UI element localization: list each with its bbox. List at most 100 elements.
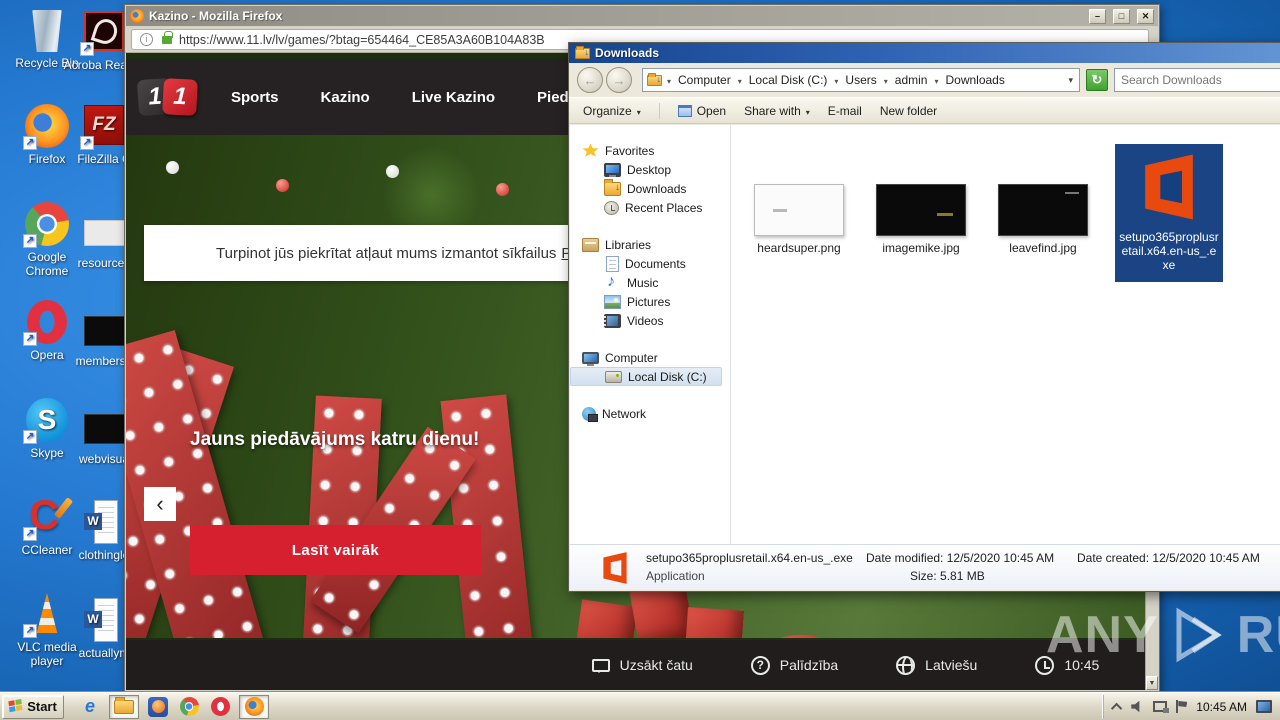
sidebar-item-videos[interactable]: Videos bbox=[570, 311, 730, 330]
forward-button[interactable]: → bbox=[606, 67, 632, 93]
sidebar-item-local-disk-c[interactable]: Local Disk (C:) bbox=[570, 367, 722, 386]
media-player-icon bbox=[148, 696, 168, 717]
action-center-flag-icon[interactable] bbox=[1176, 700, 1187, 713]
taskbar-chrome-button[interactable] bbox=[177, 695, 201, 719]
language-selector[interactable]: Latviešu bbox=[896, 655, 977, 675]
sidebar-item-desktop[interactable]: Desktop bbox=[570, 160, 730, 179]
folder-icon bbox=[114, 696, 134, 714]
breadcrumb-separator-icon bbox=[735, 73, 745, 87]
new-folder-button[interactable]: New folder bbox=[880, 104, 937, 118]
red-cube-decoration bbox=[574, 599, 638, 638]
breadcrumb-separator-icon bbox=[831, 73, 841, 87]
taskbar-opera-button[interactable] bbox=[208, 695, 232, 719]
libraries-icon bbox=[582, 237, 599, 252]
firefox-titlebar[interactable]: Kazino - Mozilla Firefox – □ ✕ bbox=[126, 6, 1158, 26]
explorer-address-bar: ← → Computer Local Disk (C:) Users admin… bbox=[569, 63, 1280, 97]
network-icon bbox=[582, 406, 598, 422]
opera-icon bbox=[210, 697, 230, 716]
show-hidden-icons-chevron[interactable] bbox=[1111, 702, 1123, 714]
shortcut-arrow-icon bbox=[80, 136, 94, 150]
explorer-main: Favorites Desktop Downloads Recent Place… bbox=[570, 125, 1280, 544]
taskbar-firefox-button[interactable] bbox=[239, 694, 269, 719]
taskbar-clock[interactable]: 10:45 AM bbox=[1196, 700, 1247, 714]
breadcrumb-downloads[interactable]: Downloads bbox=[941, 73, 1008, 87]
file-leavefind-jpg[interactable]: leavefind.jpg bbox=[983, 165, 1103, 255]
details-date-modified: Date modified: 12/5/2020 10:45 AM bbox=[866, 551, 1055, 565]
sidebar-item-music[interactable]: Music bbox=[570, 273, 730, 292]
chrome-icon bbox=[179, 697, 199, 716]
videos-icon bbox=[604, 313, 621, 328]
image-file-icon bbox=[84, 414, 128, 444]
sidebar-item-recent-places[interactable]: Recent Places bbox=[570, 198, 730, 217]
sidebar-item-documents[interactable]: Documents bbox=[570, 254, 730, 273]
garland-bulb-icon bbox=[166, 161, 179, 174]
nav-link-sports[interactable]: Sports bbox=[231, 89, 279, 106]
search-input[interactable] bbox=[1115, 73, 1280, 87]
breadcrumb-computer[interactable]: Computer bbox=[674, 73, 735, 87]
red-bauble-decoration bbox=[726, 635, 876, 638]
start-button[interactable]: Start bbox=[2, 694, 64, 719]
sidebar-item-libraries[interactable]: Libraries bbox=[570, 235, 730, 254]
url-text[interactable]: https://www.11.lv/lv/games/?btag=654464_… bbox=[179, 33, 545, 47]
breadcrumb-separator-icon bbox=[664, 73, 674, 87]
nav-link-live-kazino[interactable]: Live Kazino bbox=[412, 89, 495, 106]
breadcrumb[interactable]: Computer Local Disk (C:) Users admin Dow… bbox=[642, 68, 1080, 92]
refresh-button[interactable]: ↻ bbox=[1086, 69, 1108, 91]
breadcrumb-separator-icon bbox=[881, 73, 891, 87]
breadcrumb-local-disk[interactable]: Local Disk (C:) bbox=[745, 73, 832, 87]
breadcrumb-separator-icon bbox=[931, 73, 941, 87]
taskbar-media-player-button[interactable] bbox=[146, 695, 170, 719]
breadcrumb-admin[interactable]: admin bbox=[891, 73, 932, 87]
taskbar-explorer-button[interactable] bbox=[109, 694, 139, 719]
star-icon bbox=[582, 143, 599, 157]
sidebar-item-downloads[interactable]: Downloads bbox=[570, 178, 730, 198]
sidebar-item-pictures[interactable]: Pictures bbox=[570, 292, 730, 311]
sidebar-item-network[interactable]: Network bbox=[570, 404, 730, 423]
dropdown-arrow-icon bbox=[806, 104, 810, 118]
show-desktop-button[interactable] bbox=[1256, 700, 1272, 713]
site-info-icon[interactable]: i bbox=[140, 33, 153, 46]
address-dropdown-icon[interactable]: ▾ bbox=[1068, 75, 1075, 86]
volume-icon[interactable] bbox=[1131, 700, 1140, 713]
recycle-bin-icon bbox=[32, 10, 62, 52]
search-box[interactable] bbox=[1114, 68, 1280, 92]
taskbar-ie-button[interactable]: e bbox=[78, 695, 102, 719]
start-chat-button[interactable]: Uzsākt čatu bbox=[591, 657, 693, 673]
maximize-button[interactable]: □ bbox=[1113, 8, 1130, 24]
address-folder-icon bbox=[647, 72, 662, 86]
image-file-icon bbox=[84, 220, 128, 246]
organize-button[interactable]: Organize bbox=[583, 104, 641, 118]
internet-explorer-icon: e bbox=[84, 696, 95, 716]
documents-icon bbox=[606, 255, 619, 272]
nav-link-kazino[interactable]: Kazino bbox=[321, 89, 370, 106]
close-button[interactable]: ✕ bbox=[1137, 8, 1154, 24]
taskbar: Start e 10:45 AM bbox=[0, 692, 1280, 720]
scroll-down-button[interactable]: ▼ bbox=[1146, 676, 1158, 690]
explorer-titlebar[interactable]: Downloads bbox=[569, 43, 1280, 63]
office-logo-icon bbox=[1145, 154, 1193, 220]
explorer-window-title: Downloads bbox=[595, 46, 660, 60]
open-button[interactable]: Open bbox=[677, 104, 726, 118]
globe-icon bbox=[896, 655, 916, 675]
image-file-icon bbox=[84, 316, 128, 346]
file-heardsuper-png[interactable]: heardsuper.png bbox=[739, 165, 859, 255]
email-button[interactable]: E-mail bbox=[828, 104, 862, 118]
help-button[interactable]: ? Palīdzība bbox=[750, 655, 838, 675]
file-setup-exe-selected[interactable]: setupo365proplusretail.x64.en-us_.exe bbox=[1115, 144, 1223, 282]
windows-logo-icon bbox=[8, 698, 24, 714]
network-status-icon[interactable] bbox=[1153, 701, 1170, 713]
breadcrumb-users[interactable]: Users bbox=[841, 73, 880, 87]
open-icon bbox=[677, 104, 692, 117]
minimize-button[interactable]: – bbox=[1089, 8, 1106, 24]
share-with-button[interactable]: Share with bbox=[744, 104, 810, 118]
firefox-icon bbox=[244, 697, 264, 716]
hero-heading: Jauns piedāvājums katru dienu! bbox=[190, 429, 480, 450]
sidebar-item-favorites[interactable]: Favorites bbox=[570, 141, 730, 160]
sidebar-item-computer[interactable]: Computer bbox=[570, 348, 730, 367]
carousel-prev-button[interactable]: ‹ bbox=[144, 487, 176, 521]
back-button[interactable]: ← bbox=[577, 67, 603, 93]
firefox-app-icon bbox=[130, 9, 144, 23]
casino-logo-tile-2[interactable]: 1 bbox=[162, 78, 198, 116]
file-imagemike-jpg[interactable]: imagemike.jpg bbox=[861, 165, 981, 255]
read-more-button[interactable]: Lasīt vairāk bbox=[190, 525, 481, 575]
